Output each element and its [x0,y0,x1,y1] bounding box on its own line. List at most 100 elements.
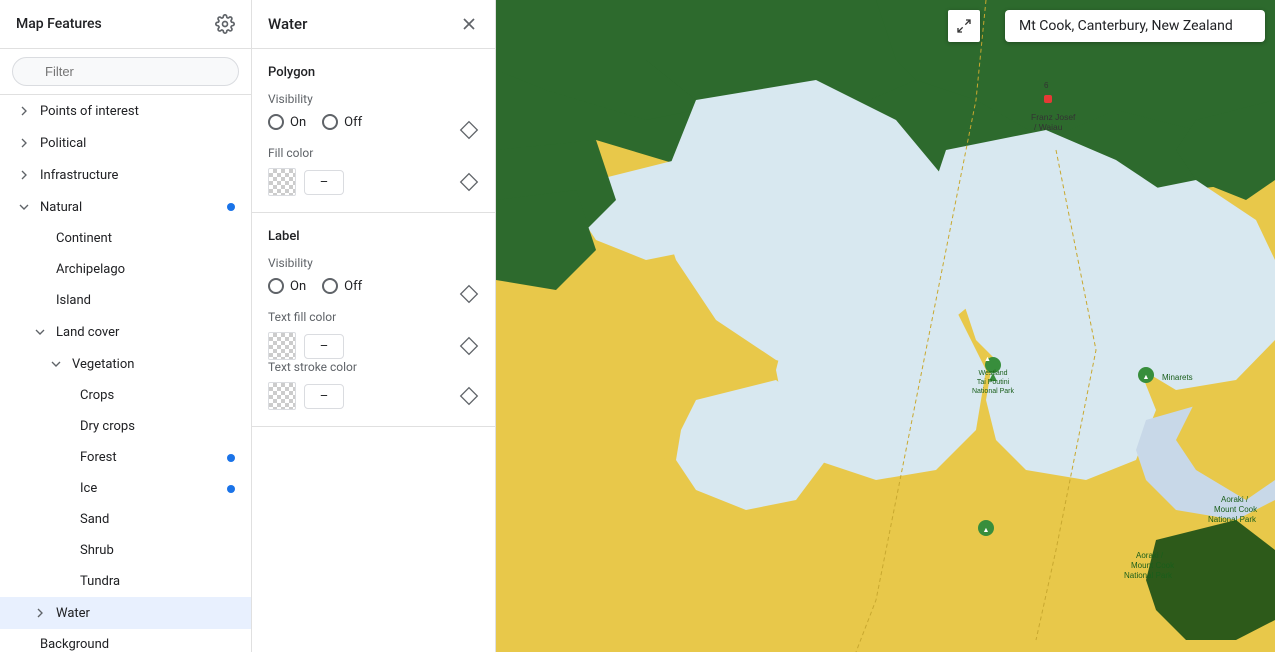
sidebar-item-points-of-interest[interactable]: Points of interest [0,95,251,127]
label-on-label: On [290,279,306,294]
sidebar-item-vegetation[interactable]: Vegetation [0,348,251,380]
label-text-stroke-label: Text stroke color [268,360,479,374]
sidebar-item-ice[interactable]: Ice [0,473,251,504]
polygon-section-title: Polygon [268,65,479,80]
sidebar-item-continent[interactable]: Continent [0,223,251,254]
polygon-visibility-diamond[interactable] [459,120,479,140]
chevron-down-icon [16,199,32,215]
svg-text:Franz Josef: Franz Josef [1031,112,1076,122]
polygon-off-radio[interactable] [322,114,338,130]
polygon-color-swatch[interactable] [268,168,296,196]
fullscreen-button[interactable] [948,10,980,42]
polygon-on-label: On [290,115,306,130]
mid-header: Water [252,0,495,49]
filter-wrap [12,57,239,86]
sidebar-item-water[interactable]: Water [0,597,251,629]
sidebar-item-dry-crops[interactable]: Dry crops [0,411,251,442]
panel-title: Map Features [16,16,102,32]
svg-text:Mount Cook: Mount Cook [1214,505,1258,514]
label-on-radio[interactable] [268,278,284,294]
polygon-color-row: – [268,168,344,196]
polygon-on-option[interactable]: On [268,114,306,130]
label-section-title: Label [268,229,479,244]
polygon-color-value[interactable]: – [304,170,344,195]
label-off-option[interactable]: Off [322,278,362,294]
sidebar-item-label: Island [56,293,235,308]
label-text-fill-diamond[interactable] [459,336,479,356]
label-text-fill-color-row: – [268,332,344,360]
svg-text:Minarets: Minarets [1162,373,1193,382]
sidebar-item-infrastructure[interactable]: Infrastructure [0,159,251,191]
chevron-right-icon [16,167,32,183]
sidebar-item-sand[interactable]: Sand [0,504,251,535]
nav-list: Points of interest Political Infrastructur… [0,95,251,652]
panel-header: Map Features [0,0,251,49]
map-svg: 6 Franz Josef / Waiau ▲ Westland Tai Pou… [496,0,1275,652]
chevron-down-icon [48,356,64,372]
map-search[interactable]: Mt Cook, Canterbury, New Zealand [1005,10,1265,42]
polygon-on-radio[interactable] [268,114,284,130]
sidebar-item-label: Infrastructure [40,168,235,183]
modified-dot [227,203,235,211]
filter-bar [0,49,251,95]
map-search-value: Mt Cook, Canterbury, New Zealand [1019,18,1233,34]
sidebar-item-label: Tundra [80,574,235,589]
label-off-radio[interactable] [322,278,338,294]
svg-text:6: 6 [1044,81,1049,90]
sidebar-item-natural[interactable]: Natural [0,191,251,223]
sidebar-item-label: Natural [40,200,227,215]
polygon-section: Polygon Visibility On Off Fill color [252,49,495,213]
label-off-label: Off [344,279,362,294]
sidebar-item-shrub[interactable]: Shrub [0,535,251,566]
sidebar-item-label: Crops [80,388,235,403]
svg-text:National Park: National Park [1208,515,1257,524]
sidebar-item-political[interactable]: Political [0,127,251,159]
label-text-fill-row: – [268,332,479,360]
close-button[interactable] [459,14,479,34]
label-text-stroke-value[interactable]: – [304,384,344,409]
sidebar-item-tundra[interactable]: Tundra [0,566,251,597]
svg-text:/ Waiau: / Waiau [1034,122,1063,132]
label-visibility-row: On Off [268,278,479,310]
label-text-stroke-diamond[interactable] [459,386,479,406]
svg-text:▲: ▲ [983,527,990,534]
label-visibility-diamond[interactable] [459,284,479,304]
polygon-off-option[interactable]: Off [322,114,362,130]
label-text-fill-swatch[interactable] [268,332,296,360]
polygon-fill-diamond[interactable] [459,172,479,192]
chevron-right-icon [16,135,32,151]
filter-input[interactable] [12,57,239,86]
modified-dot [227,454,235,462]
svg-text:Aoraki /: Aoraki / [1136,551,1164,560]
sidebar-item-label: Archipelago [56,262,235,277]
sidebar-item-archipelago[interactable]: Archipelago [0,254,251,285]
sidebar-item-label: Shrub [80,543,235,558]
fullscreen-icon [956,18,972,34]
mid-panel-title: Water [268,15,307,33]
svg-text:Tai Poutini: Tai Poutini [977,379,1010,386]
polygon-fill-color-row: – [268,168,479,196]
label-text-stroke-swatch[interactable] [268,382,296,410]
gear-icon[interactable] [215,14,235,34]
label-visibility-label: Visibility [268,256,479,270]
sidebar-item-island[interactable]: Island [0,285,251,316]
sidebar-item-label: Political [40,136,235,151]
sidebar-item-land-cover[interactable]: Land cover [0,316,251,348]
sidebar-item-label: Water [56,606,235,621]
sidebar-item-crops[interactable]: Crops [0,380,251,411]
sidebar-item-label: Sand [80,512,235,527]
middle-panel: Water Polygon Visibility On Off Fil [252,0,496,652]
svg-text:Aoraki /: Aoraki / [1221,495,1249,504]
map-area[interactable]: 6 Franz Josef / Waiau ▲ Westland Tai Pou… [496,0,1275,652]
svg-text:Westland: Westland [978,370,1007,377]
label-on-option[interactable]: On [268,278,306,294]
sidebar-item-background[interactable]: Background [0,629,251,652]
label-text-fill-value[interactable]: – [304,334,344,359]
sidebar-item-label: Ice [80,481,227,496]
svg-text:National Park: National Park [972,388,1015,395]
sidebar-item-label: Background [40,637,235,652]
polygon-visibility-row: On Off [268,114,479,146]
left-panel: Map Features Points of interest Political… [0,0,252,652]
sidebar-item-forest[interactable]: Forest [0,442,251,473]
svg-text:National Park: National Park [1124,571,1173,580]
